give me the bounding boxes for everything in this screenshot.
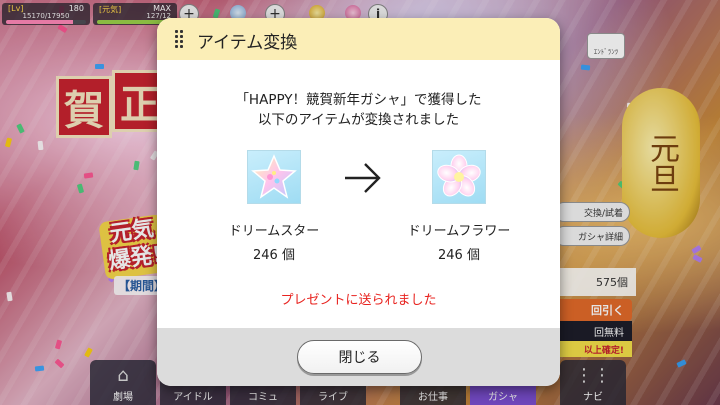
dialog-title: アイテム変換 xyxy=(197,33,298,53)
drag-handle-icon xyxy=(175,30,183,48)
dream-star-icon xyxy=(247,150,301,204)
from-item-quantity: 246 個 xyxy=(253,248,295,263)
dialog-header: アイテム変換 xyxy=(157,18,560,60)
close-button[interactable]: 閉じる xyxy=(297,340,422,374)
conversion-message: 「HAPPY！競賀新年ガシャ」で獲得した 以下のアイテムが変換されました xyxy=(157,90,560,130)
to-item-name: ドリームフラワー xyxy=(407,224,511,239)
message-line-2: 以下のアイテムが変換されました xyxy=(257,112,460,128)
sent-to-presents-notice: プレゼントに送られました xyxy=(280,293,437,308)
arrow-right-icon xyxy=(345,163,381,193)
dream-flower-icon xyxy=(432,150,486,204)
item-conversion-dialog: アイテム変換 「HAPPY！競賀新年ガシャ」で獲得した 以下のアイテムが変換され… xyxy=(157,18,560,386)
message-line-1: 「HAPPY！競賀新年ガシャ」で獲得した xyxy=(235,92,482,108)
to-item-quantity: 246 個 xyxy=(438,248,480,263)
from-item-name: ドリームスター xyxy=(228,224,320,239)
dialog-body: 「HAPPY！競賀新年ガシャ」で獲得した 以下のアイテムが変換されました ドリー… xyxy=(157,60,560,328)
close-button-label: 閉じる xyxy=(338,350,381,366)
dialog-footer: 閉じる xyxy=(157,328,560,386)
